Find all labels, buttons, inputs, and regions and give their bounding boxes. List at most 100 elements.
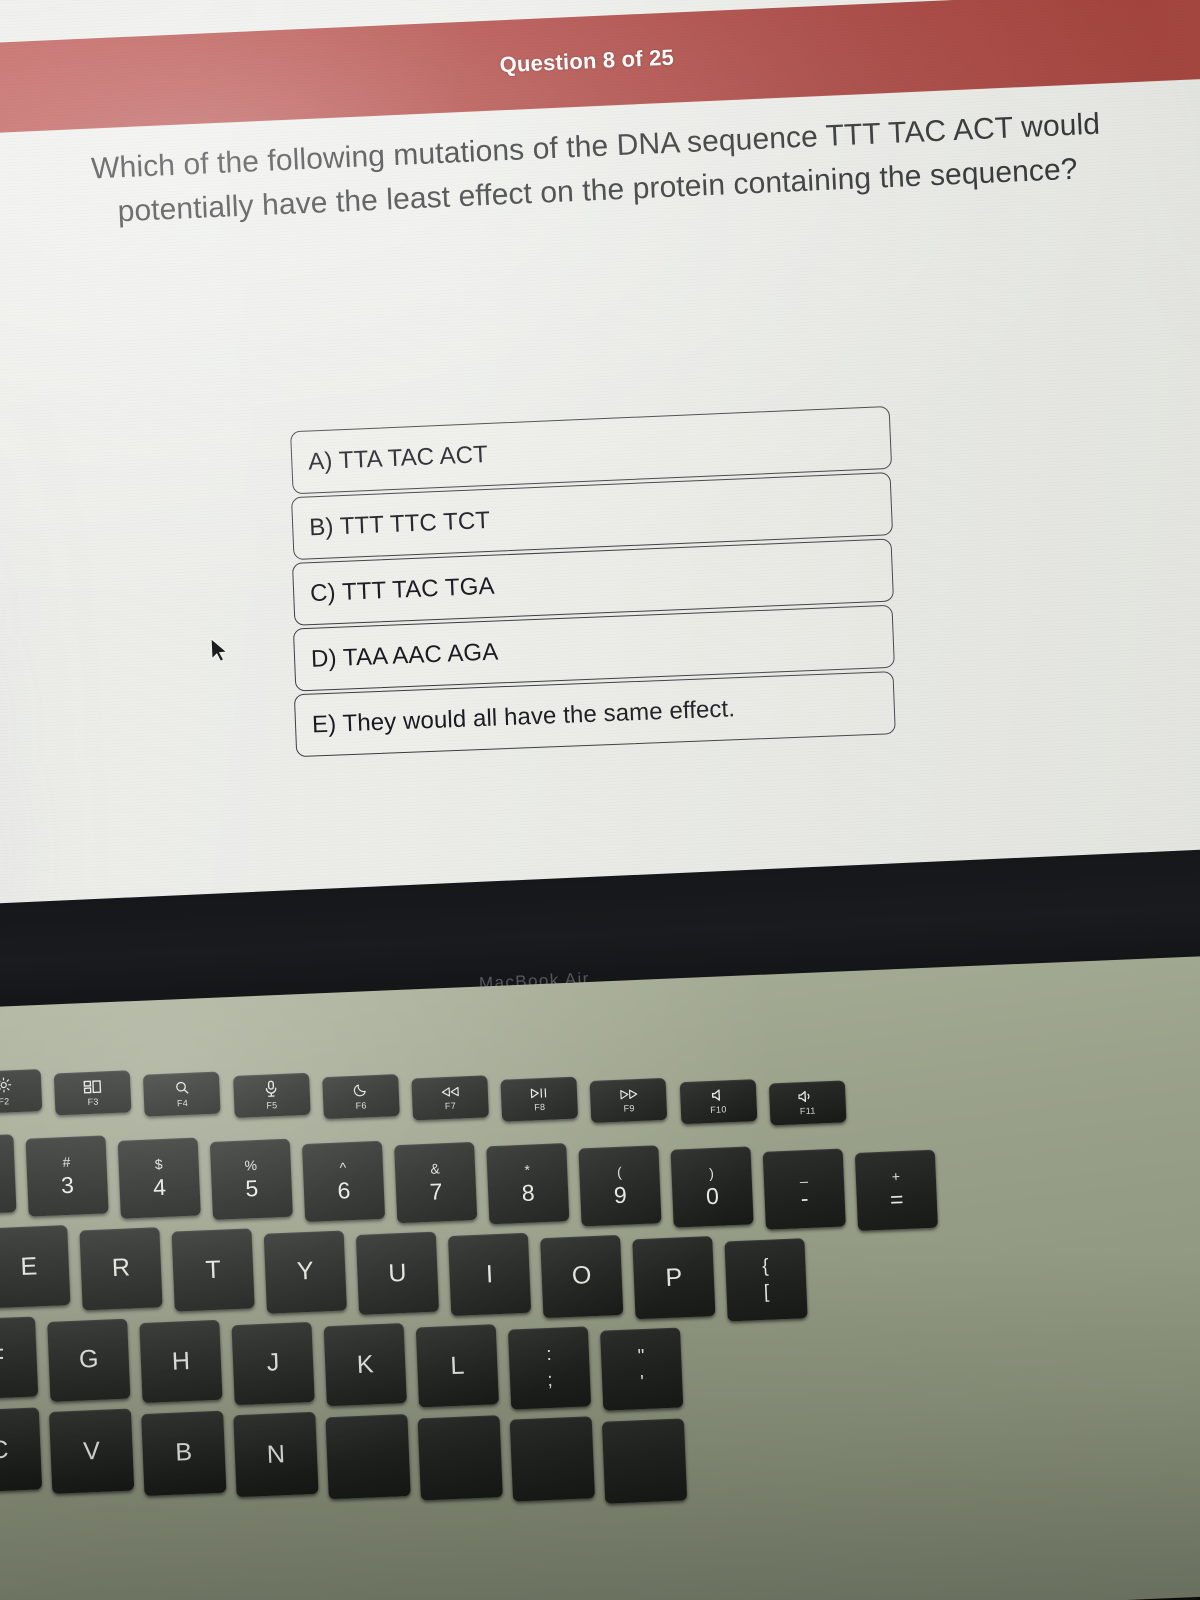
key-4-label: 4 — [152, 1173, 167, 1201]
key-=-label: = — [889, 1185, 905, 1213]
mouse-pointer-icon — [209, 637, 230, 664]
key-8[interactable]: * 8 — [486, 1143, 570, 1225]
key-6-label: 6 — [336, 1176, 351, 1204]
key-quote-shift-label: " — [637, 1345, 645, 1367]
key-c-label: C — [0, 1435, 10, 1464]
key-quote-label: ' — [639, 1371, 645, 1393]
key-y[interactable]: Y — [263, 1230, 347, 1314]
key-f5[interactable]: F5 — [232, 1072, 311, 1118]
key-5[interactable]: % 5 — [209, 1138, 293, 1221]
key-9-label: 9 — [613, 1181, 628, 1208]
key-bottom-row-partial[interactable] — [325, 1413, 411, 1499]
key-bottom-row-partial[interactable] — [417, 1415, 503, 1501]
key-semicolon[interactable]: :; — [507, 1326, 592, 1410]
key-f3-label: F3 — [87, 1096, 99, 1107]
screenshot-root: Question 8 of 25 Which of the following … — [0, 0, 1200, 1600]
mute-icon — [711, 1088, 726, 1102]
do-not-disturb-moon-icon — [353, 1082, 369, 1098]
answer-options-list: A) TTA TAC ACT B) TTT TTC TCT C) TTT TAC… — [290, 405, 904, 758]
key-k[interactable]: K — [323, 1323, 407, 1407]
key-f[interactable]: F — [0, 1316, 39, 1401]
key-f8[interactable]: F8 — [500, 1076, 579, 1122]
answer-option-a-label: A) TTA TAC ACT — [307, 440, 489, 476]
key-f3[interactable]: F3 — [53, 1070, 132, 1116]
keyboard-deck: F2F3F4F5F6F7F8F9F10F11@2#3$4%5^6&7*8(9)0… — [0, 952, 1200, 1600]
key-f11[interactable]: F11 — [768, 1080, 847, 1126]
key-y-label: Y — [296, 1256, 315, 1286]
key-f2[interactable]: F2 — [0, 1069, 43, 1115]
key-7-label: 7 — [429, 1178, 443, 1205]
key-u-label: U — [387, 1258, 408, 1288]
key--[interactable]: _ - — [762, 1148, 846, 1230]
play-pause-icon — [530, 1086, 548, 1099]
key-t[interactable]: T — [171, 1228, 255, 1312]
key-2[interactable]: @2 — [0, 1134, 17, 1216]
key-8-label: 8 — [521, 1179, 536, 1207]
key-3-shift-label: # — [62, 1154, 71, 1171]
key-k-label: K — [356, 1349, 375, 1379]
key-f5-label: F5 — [266, 1100, 278, 1111]
key-9-shift-label: ( — [616, 1163, 623, 1180]
key-o[interactable]: O — [540, 1234, 624, 1318]
key-9[interactable]: (9 — [578, 1144, 662, 1227]
key-e[interactable]: E — [0, 1225, 71, 1309]
key-f4-label: F4 — [176, 1097, 189, 1109]
key-semicolon-shift-label: : — [545, 1344, 553, 1366]
key-e-label: E — [19, 1252, 38, 1281]
key-j-label: J — [266, 1348, 280, 1377]
key-f9[interactable]: F9 — [589, 1077, 668, 1123]
key-f4[interactable]: F4 — [143, 1071, 221, 1117]
key-left-bracket-label: [ — [763, 1281, 770, 1303]
answer-option-d-label: D) TAA AAC AGA — [310, 637, 499, 673]
key-left-bracket[interactable]: {[ — [724, 1237, 808, 1322]
key-3[interactable]: #3 — [25, 1135, 109, 1218]
key-p-label: P — [664, 1263, 683, 1292]
key-5-shift-label: % — [244, 1157, 258, 1174]
key-6[interactable]: ^ 6 — [301, 1140, 386, 1222]
key-7[interactable]: & 7 — [394, 1141, 478, 1224]
key-v[interactable]: V — [48, 1408, 135, 1495]
key-bottom-row-partial[interactable] — [509, 1416, 596, 1502]
key-7-shift-label: & — [430, 1160, 441, 1177]
key-h[interactable]: H — [139, 1319, 223, 1404]
key-f10-label: F10 — [710, 1104, 727, 1115]
key-f-label: F — [0, 1343, 5, 1373]
key-p[interactable]: P — [632, 1236, 716, 1320]
key-4[interactable]: $4 — [117, 1137, 201, 1219]
key-n[interactable]: N — [233, 1411, 319, 1498]
key-0[interactable]: ) 0 — [670, 1146, 754, 1228]
key-f6-label: F6 — [355, 1100, 367, 1111]
key-f7[interactable]: F7 — [411, 1075, 489, 1121]
key-j[interactable]: J — [231, 1321, 315, 1405]
key-b[interactable]: B — [141, 1410, 227, 1496]
key-n-label: N — [266, 1439, 286, 1469]
mission-control-icon — [83, 1079, 102, 1094]
key---label: - — [800, 1184, 810, 1211]
key-6-shift-label: ^ — [339, 1158, 347, 1176]
key---shift-label: _ — [799, 1166, 808, 1183]
key-f6[interactable]: F6 — [321, 1074, 400, 1120]
key-=[interactable]: + = — [854, 1149, 939, 1231]
key-h-label: H — [171, 1346, 191, 1376]
key-l-label: L — [449, 1351, 465, 1380]
key-v-label: V — [82, 1436, 101, 1466]
key-g[interactable]: G — [47, 1318, 131, 1402]
key-l[interactable]: L — [415, 1324, 500, 1408]
volume-down-icon — [798, 1090, 816, 1104]
key-=-shift-label: + — [891, 1168, 901, 1185]
key-left-bracket-shift-label: { — [761, 1255, 770, 1278]
microphone-icon — [264, 1080, 278, 1098]
key-f8-label: F8 — [534, 1101, 546, 1112]
question-counter: Question 8 of 25 — [499, 44, 675, 78]
brightness-up-icon — [0, 1076, 12, 1094]
key-f10[interactable]: F10 — [679, 1079, 757, 1125]
key-bottom-row-partial[interactable] — [601, 1418, 688, 1504]
key-8-shift-label: * — [524, 1161, 531, 1179]
key-c[interactable]: C — [0, 1407, 43, 1493]
key-quote[interactable]: " ' — [600, 1327, 684, 1411]
key-i[interactable]: I — [447, 1233, 532, 1317]
key-r[interactable]: R — [79, 1226, 163, 1311]
key-5-label: 5 — [244, 1175, 259, 1202]
rewind-icon — [440, 1085, 459, 1098]
key-u[interactable]: U — [355, 1231, 440, 1315]
